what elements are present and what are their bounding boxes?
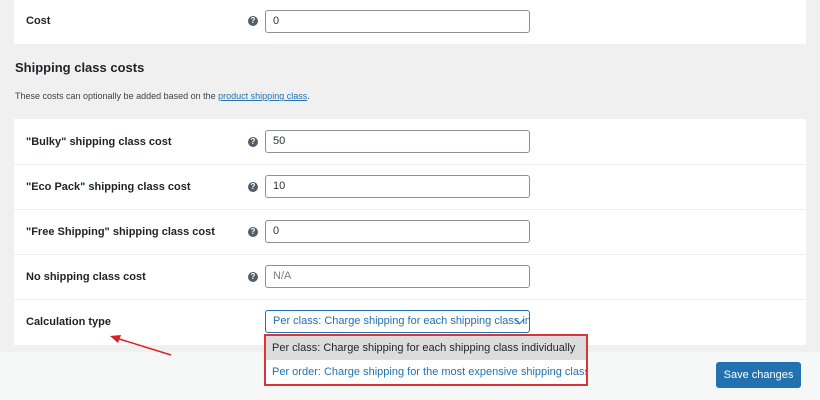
annotation-arrow-icon xyxy=(110,335,172,356)
